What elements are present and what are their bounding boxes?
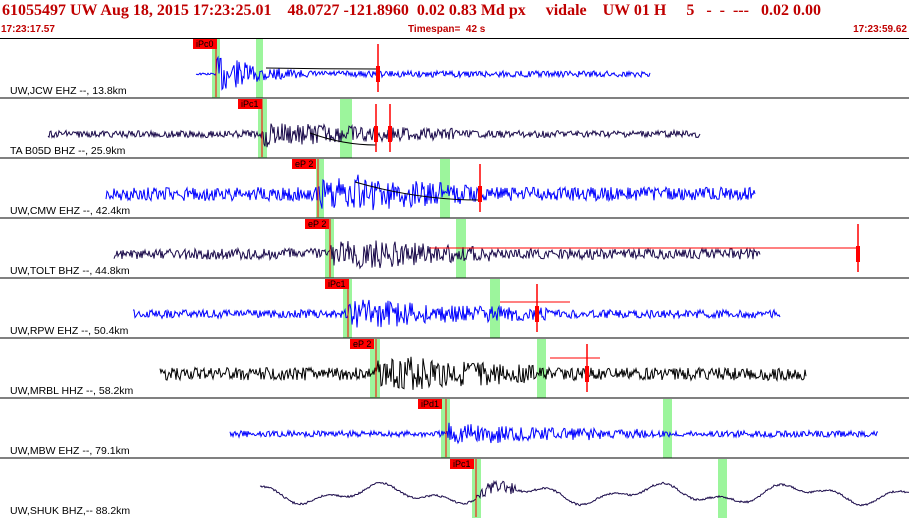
svg-text:iPc1: iPc1 — [453, 459, 471, 469]
svg-text:eP 2: eP 2 — [295, 159, 313, 169]
svg-text:iPc1: iPc1 — [328, 279, 346, 289]
time-window — [718, 459, 727, 518]
svg-text:iPd1: iPd1 — [421, 399, 439, 409]
trace-panel[interactable]: iPc1 UW,RPW EHZ --, 50.4km — [0, 277, 909, 338]
seismogram-panel[interactable]: iPc0 UW,JCW EHZ --, 13.8km iPc1 TA B05D BHZ… — [0, 38, 909, 520]
amplitude-pick-box[interactable] — [376, 66, 380, 82]
amplitude-pick-box[interactable] — [585, 366, 589, 382]
amplitude-pick-box[interactable] — [478, 186, 482, 202]
waveform-line — [229, 422, 879, 445]
waveform-line — [113, 240, 761, 270]
svg-text:iPc0: iPc0 — [196, 39, 214, 49]
amplitude-pick-box[interactable] — [856, 246, 860, 262]
travel-time-curve — [265, 67, 379, 70]
phase-pick-label[interactable]: iPc0 — [193, 39, 217, 49]
phase-pick-label[interactable]: iPc1 — [238, 99, 262, 109]
station-label: UW,JCW EHZ --, 13.8km — [10, 85, 127, 97]
phase-pick-label[interactable]: iPd1 — [418, 399, 442, 409]
station-label: UW,CMW EHZ --, 42.4km — [10, 205, 130, 217]
station-label: UW,MRBL HHZ --, 58.2km — [10, 385, 134, 397]
phase-pick-label[interactable]: eP 2 — [305, 219, 329, 229]
header-bar: 61055497 UW Aug 18, 2015 17:23:25.01 48.… — [0, 0, 909, 38]
amplitude-pick-box[interactable] — [388, 126, 392, 142]
phase-pick-label[interactable]: eP 2 — [350, 339, 374, 349]
station-label: UW,TOLT BHZ --, 44.8km — [10, 265, 130, 277]
waveform-line — [159, 356, 807, 390]
svg-text:eP 2: eP 2 — [353, 339, 371, 349]
waveform-line — [259, 479, 909, 507]
time-window — [340, 99, 352, 158]
station-label: TA B05D BHZ --, 25.9km — [10, 145, 126, 157]
phase-pick-label[interactable]: iPc1 — [325, 279, 349, 289]
phase-pick-label[interactable]: eP 2 — [292, 159, 316, 169]
waveform-line — [132, 299, 781, 328]
station-label: UW,RPW EHZ --, 50.4km — [10, 325, 129, 337]
amplitude-pick-box[interactable] — [535, 306, 539, 322]
station-label: UW,MBW EHZ --, 79.1km — [10, 445, 130, 457]
trace-panel[interactable]: iPc1 UW,SHUK BHZ,-- 88.2km — [0, 457, 909, 518]
event-title: 61055497 UW Aug 18, 2015 17:23:25.01 48.… — [2, 2, 821, 19]
trace-panel[interactable]: iPc1 TA B05D BHZ --, 25.9km — [0, 97, 909, 158]
trace-panel[interactable]: eP 2 UW,TOLT BHZ --, 44.8km — [0, 217, 909, 278]
amplitude-pick-box[interactable] — [374, 126, 378, 142]
trace-panel[interactable]: eP 2 UW,CMW EHZ --, 42.4km — [0, 157, 909, 218]
trace-panel[interactable]: eP 2 UW,MRBL HHZ --, 58.2km — [0, 337, 909, 398]
start-time: 17:23:17.57 — [1, 24, 55, 35]
time-window — [537, 339, 546, 398]
phase-pick-label[interactable]: iPc1 — [450, 459, 474, 469]
svg-text:iPc1: iPc1 — [241, 99, 259, 109]
time-window — [256, 39, 263, 98]
svg-text:eP 2: eP 2 — [308, 219, 326, 229]
waveform-line — [195, 55, 651, 91]
time-window — [663, 399, 672, 458]
trace-panel[interactable]: iPd1 UW,MBW EHZ --, 79.1km — [0, 397, 909, 458]
timespan-label: Timespan= 42 s — [408, 24, 486, 35]
end-time: 17:23:59.62 — [853, 24, 907, 35]
trace-panel[interactable]: iPc0 UW,JCW EHZ --, 13.8km — [0, 38, 909, 98]
waveform-line — [105, 174, 756, 211]
station-label: UW,SHUK BHZ,-- 88.2km — [10, 505, 130, 517]
